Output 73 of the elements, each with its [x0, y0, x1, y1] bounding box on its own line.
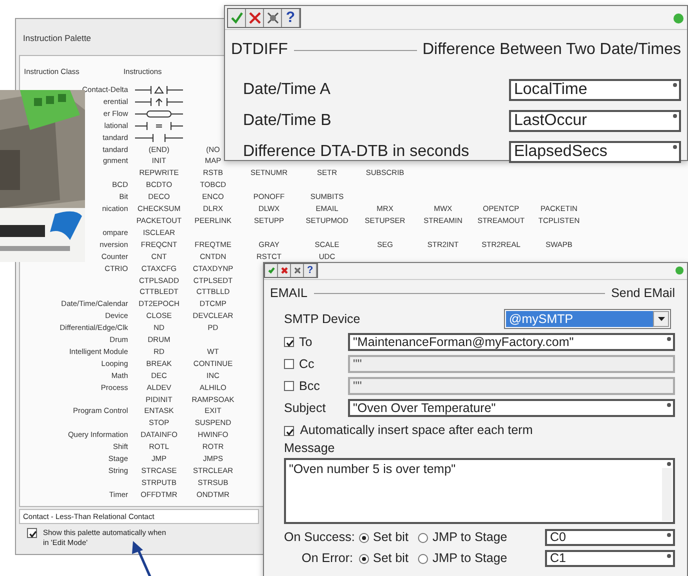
tools-button[interactable]: [291, 264, 304, 277]
message-box[interactable]: "Oven number 5 is over temp": [284, 458, 675, 524]
cancel-button[interactable]: [278, 264, 291, 277]
field-marker-icon: [667, 554, 671, 558]
checkbox[interactable]: [284, 426, 294, 436]
tools-icon: [266, 12, 278, 24]
close-icon: [280, 267, 288, 274]
input-field[interactable]: C0: [545, 529, 675, 546]
check-icon: [268, 267, 274, 274]
input-field[interactable]: "MaintenanceForman@myFactory.com": [348, 333, 675, 351]
differential-contact-icon[interactable]: [135, 96, 183, 107]
tools-button[interactable]: [264, 9, 282, 27]
field-label: Subject: [284, 400, 326, 416]
window-title: Instruction Palette: [23, 32, 92, 44]
scrollbar[interactable]: [662, 468, 672, 521]
input-field[interactable]: ElapsedSecs: [509, 141, 681, 163]
radio-label: Set bit: [373, 530, 408, 545]
field-marker-icon: [673, 83, 677, 87]
radio-button[interactable]: [418, 532, 428, 542]
input-field[interactable]: "": [348, 377, 675, 395]
input-field[interactable]: C1: [545, 550, 675, 567]
checkbox[interactable]: [27, 528, 37, 538]
relational-contact-icon[interactable]: [135, 120, 183, 131]
caret-icon: [658, 317, 664, 321]
field-marker-icon: [667, 337, 671, 341]
instruction-description: Difference Between Two Date/Times: [422, 40, 681, 60]
tools-icon: [294, 267, 300, 274]
checkbox-label: To: [299, 334, 312, 350]
checkbox[interactable]: [284, 337, 294, 347]
field-label: On Error:: [300, 551, 354, 566]
radio-label: JMP to Stage: [432, 551, 508, 566]
instruction-name: DTDIFF: [231, 40, 288, 60]
help-button[interactable]: ?: [304, 264, 317, 277]
instruction-name: EMAIL: [270, 286, 308, 300]
checkbox-label: Bcc: [299, 378, 320, 394]
dropdown[interactable]: @mySMTP: [504, 309, 671, 329]
power-flow-icon[interactable]: [135, 108, 183, 119]
close-icon: [248, 12, 260, 24]
checkbox[interactable]: [284, 381, 294, 391]
radio-label: Set bit: [373, 551, 408, 566]
field-marker-icon: [667, 533, 671, 537]
field-marker-icon: [673, 114, 677, 118]
help-button[interactable]: ?: [282, 9, 300, 27]
field-marker-icon: [673, 145, 677, 149]
ok-button[interactable]: [265, 264, 278, 277]
status-led-icon: [675, 266, 684, 275]
field-label: Date/Time A: [243, 80, 332, 100]
radio-button[interactable]: [418, 554, 428, 564]
checkbox-label: Cc: [299, 356, 314, 372]
radio-label: JMP to Stage: [432, 530, 508, 545]
field-label: Message: [284, 441, 335, 456]
field-marker-icon: [667, 462, 671, 466]
field-label: On Success:: [284, 530, 356, 545]
delta-contact-icon[interactable]: [135, 84, 183, 95]
input-field[interactable]: "": [348, 355, 675, 373]
field-label: Date/Time B: [243, 111, 332, 131]
field-marker-icon: [667, 403, 671, 407]
dropdown-value: @mySMTP: [506, 311, 653, 327]
contact-icon[interactable]: [135, 132, 183, 143]
field-label: Difference DTA-DTB in seconds: [243, 142, 470, 162]
input-field[interactable]: LastOccur: [509, 110, 681, 132]
check-icon: [230, 12, 242, 24]
cancel-button[interactable]: [246, 9, 264, 27]
radio-button[interactable]: [359, 554, 369, 564]
input-field[interactable]: "Oven Over Temperature": [348, 399, 675, 417]
field-label: SMTP Device: [284, 312, 360, 326]
checkbox-label: Automatically insert space after each term: [300, 423, 533, 438]
radio-button[interactable]: [359, 532, 369, 542]
ok-button[interactable]: [228, 9, 246, 27]
checkbox[interactable]: [284, 359, 294, 369]
instruction-description: Send EMail: [611, 286, 675, 300]
status-led-icon: [673, 12, 684, 24]
input-field[interactable]: LocalTime: [509, 79, 681, 101]
